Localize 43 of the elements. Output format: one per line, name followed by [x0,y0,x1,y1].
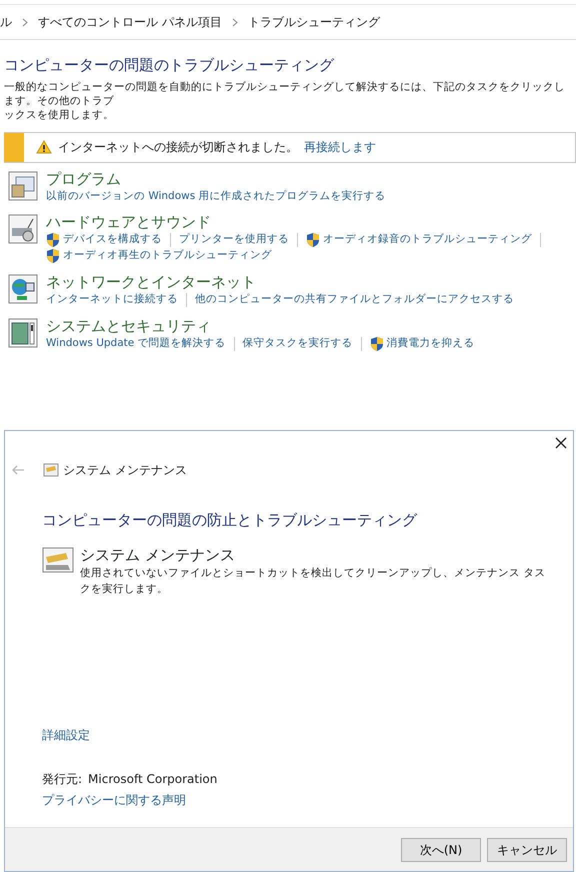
panel-icon [8,318,38,348]
maintenance-icon [42,546,74,572]
category-title[interactable]: ハードウェアとサウンド [46,212,566,232]
task-link[interactable]: プリンターを使用する [179,232,289,248]
maintenance-icon [43,463,59,477]
program-window-icon [8,170,38,200]
task-link[interactable]: 保守タスクを実行する [242,336,353,352]
chevron-icon [22,18,28,26]
breadcrumb-item[interactable]: すべてのコントロール パネル項目 [38,13,222,31]
dialog-button[interactable]: キャンセル [487,838,567,862]
task-link[interactable]: 他のコンピューターの共有ファイルとフォルダーにアクセスする [195,292,514,308]
task-link[interactable]: Windows Update で問題を解決する [46,336,226,352]
dialog-nav-title: システム メンテナンス [63,462,187,479]
printer-icon [8,214,38,244]
privacy-link[interactable]: プライバシーに関する声明 [42,791,186,809]
task-link[interactable]: オーディオ録音のトラブルシューティング [323,232,532,248]
category-title[interactable]: システムとセキュリティ [46,316,475,336]
notice-message: インターネットへの接続が切断されました。 [58,139,298,156]
breadcrumb-item[interactable]: トラブルシューティング [248,13,380,31]
page-title: コンピューターの問題のトラブルシューティング [4,55,336,76]
publisher-name: Microsoft Corporation [88,771,218,788]
warning-icon [36,140,52,154]
category-title[interactable]: ネットワークとインターネット [46,272,514,292]
task-link[interactable]: 以前のバージョンの Windows 用に作成されたプログラムを実行する [46,188,386,204]
task-link[interactable]: インターネットに接続する [46,292,178,308]
advanced-link[interactable]: 詳細設定 [42,726,90,744]
dialog-button[interactable]: 次へ(N) [401,838,481,862]
reconnect-link[interactable]: 再接続します [304,138,376,156]
breadcrumb-item[interactable]: ル [0,13,12,31]
globe-icon [8,274,38,304]
troubleshooter-title[interactable]: システム メンテナンス [80,544,550,566]
task-link[interactable]: オーディオ再生のトラブルシューティング [63,248,272,264]
task-link[interactable]: デバイスを構成する [63,232,162,248]
task-link[interactable]: 消費電力を抑える [386,336,475,352]
chevron-icon [232,18,238,26]
description-text: ックスを使用します。 [4,108,115,122]
close-icon[interactable] [555,437,567,449]
notice-stripe [4,132,24,162]
publisher-label: 発行元: [42,771,82,788]
dialog-heading: コンピューターの問題の防止とトラブルシューティング [42,510,418,531]
troubleshooter-description: 使用されていないファイルとショートカットを検出してクリーンアップし、メンテナンス タスクを実行します。 [80,566,546,597]
category-title[interactable]: プログラム [46,168,386,188]
description-text: 一般的なコンピューターの問題を自動的にトラブルシューティングして解決するには、下記のタスクをクリックします。その他のトラブ [4,80,566,108]
